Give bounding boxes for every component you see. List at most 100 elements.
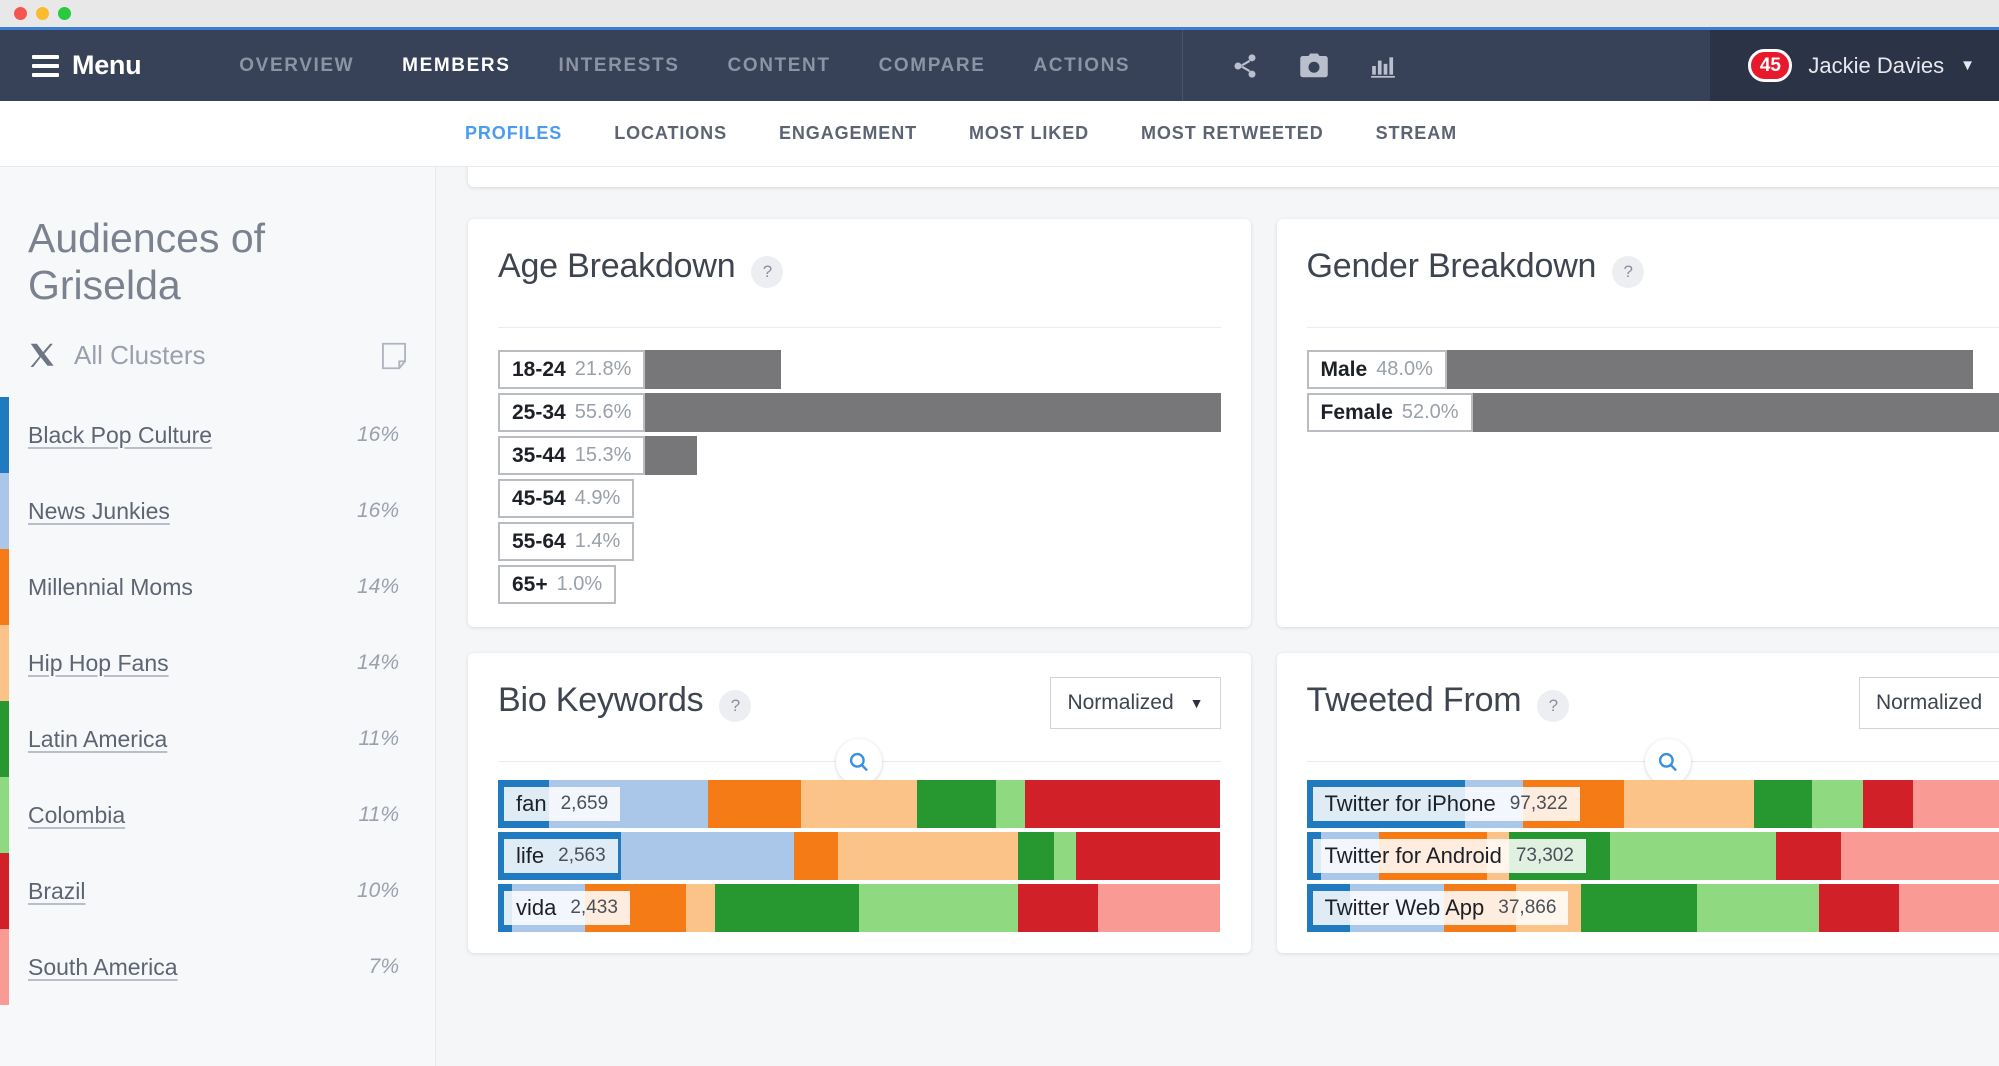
stacked-bar-name: Twitter Web App <box>1324 895 1485 920</box>
card-title: Bio Keywords <box>498 681 704 719</box>
bar-category: 65+ <box>512 572 548 596</box>
stacked-bar-segment[interactable] <box>794 832 838 880</box>
camera-icon[interactable] <box>1299 52 1329 80</box>
bar-value: 4.9% <box>574 487 621 509</box>
tab-members[interactable]: MEMBERS <box>402 55 510 77</box>
search-icon[interactable] <box>836 739 883 785</box>
help-icon[interactable]: ? <box>1537 690 1570 722</box>
sidebar-item-latin-america[interactable]: Latin America 11% <box>0 701 435 778</box>
stacked-bar-row: fan 2,659 <box>498 780 1221 828</box>
cluster-percent: 7% <box>368 955 399 979</box>
sidebar-item-colombia[interactable]: Colombia 11% <box>0 777 435 854</box>
sidebar-item-black-pop-culture[interactable]: Black Pop Culture 16% <box>0 397 435 474</box>
tweeted-stacked-chart: Twitter for iPhone 97,322 Twitter for Andr… <box>1306 780 1999 932</box>
stacked-bar-value: 73,302 <box>1515 845 1574 866</box>
bar-category: Female <box>1320 400 1393 424</box>
bar-category: 25-34 <box>512 400 566 424</box>
stacked-bar-segment[interactable] <box>801 780 918 828</box>
bar-chart-icon[interactable] <box>1369 53 1397 79</box>
card-title: Age Breakdown <box>498 247 736 285</box>
search-icon[interactable] <box>1644 739 1691 785</box>
window-close-button[interactable] <box>14 7 27 20</box>
tab-compare[interactable]: COMPARE <box>879 55 986 77</box>
hamburger-icon <box>32 54 59 77</box>
window-maximize-button[interactable] <box>58 7 71 20</box>
sidebar-item-millennial-moms[interactable]: Millennial Moms 14% <box>0 549 435 626</box>
tab-actions[interactable]: ACTIONS <box>1033 55 1130 77</box>
tab-content[interactable]: CONTENT <box>728 55 831 77</box>
cluster-list: Black Pop Culture 16% News Junkies 16% M… <box>0 397 435 1006</box>
stacked-bar-segment[interactable] <box>1075 832 1221 880</box>
bar-label: 55-64 1.4% <box>498 522 635 561</box>
subtab-stream[interactable]: STREAM <box>1376 123 1457 144</box>
tab-overview[interactable]: OVERVIEW <box>239 55 354 77</box>
menu-button[interactable]: Menu <box>32 50 142 81</box>
sidebar-item-hip-hop-fans[interactable]: Hip Hop Fans 14% <box>0 625 435 702</box>
card-tweeted-from: Tweeted From ? Normalized ▼ Twitter <box>1276 653 1999 953</box>
stacked-bar-segment[interactable] <box>1819 884 1899 932</box>
stacked-bar-segment[interactable] <box>620 832 795 880</box>
tweeted-normalization-select[interactable]: Normalized ▼ <box>1858 677 1999 729</box>
stacked-bar-row: Twitter for iPhone 97,322 <box>1306 780 1999 828</box>
stacked-bar-segment[interactable] <box>859 884 1019 932</box>
stacked-bar-label: life 2,563 <box>504 839 618 873</box>
stacked-bar-label: fan 2,659 <box>504 787 621 821</box>
bar-category: 45-54 <box>512 486 566 510</box>
sidebar-item-news-junkies[interactable]: News Junkies 16% <box>0 473 435 550</box>
stacked-bar-segment[interactable] <box>1862 780 1914 828</box>
sidebar-item-brazil[interactable]: Brazil 10% <box>0 853 435 930</box>
share-icon[interactable] <box>1231 52 1259 80</box>
cluster-color-swatch <box>0 473 9 550</box>
stacked-bar-segment[interactable] <box>1018 832 1055 880</box>
select-value: Normalized <box>1875 691 1983 714</box>
stacked-bar-segment[interactable] <box>714 884 860 932</box>
card-bio-keywords: Bio Keywords ? Normalized ▼ fan 2,659 li… <box>468 653 1251 953</box>
stacked-bar-segment[interactable] <box>1054 832 1076 880</box>
stacked-bar-segment[interactable] <box>1097 884 1221 932</box>
help-icon[interactable]: ? <box>719 690 752 722</box>
stacked-bar-segment[interactable] <box>1754 780 1813 828</box>
cluster-filter-row: All Clusters <box>0 308 435 371</box>
stacked-bar-segment[interactable] <box>1812 780 1863 828</box>
help-icon[interactable]: ? <box>1612 256 1645 288</box>
stacked-bar-segment[interactable] <box>707 780 802 828</box>
stacked-bar-segment[interactable] <box>1609 832 1777 880</box>
bar-row: 25-34 55.6% <box>498 393 1221 432</box>
note-icon[interactable] <box>381 342 407 370</box>
notification-badge[interactable]: 45 <box>1748 49 1793 82</box>
tab-interests[interactable]: INTERESTS <box>559 55 680 77</box>
cluster-name: Hip Hop Fans <box>28 649 169 676</box>
subtab-locations[interactable]: LOCATIONS <box>614 123 727 144</box>
stacked-bar-segment[interactable] <box>837 832 1019 880</box>
stacked-bar-segment[interactable] <box>1913 780 1999 828</box>
cluster-percent: 16% <box>356 423 399 447</box>
window-minimize-button[interactable] <box>36 7 49 20</box>
stacked-bar-segment[interactable] <box>1025 780 1221 828</box>
bar-label: 18-24 21.8% <box>498 350 646 389</box>
stacked-bar-segment[interactable] <box>1898 884 1999 932</box>
stacked-bar-segment[interactable] <box>1581 884 1697 932</box>
card-header: Age Breakdown ? <box>498 247 1221 313</box>
x-twitter-icon <box>28 341 58 371</box>
stacked-bar-segment[interactable] <box>685 884 715 932</box>
stacked-bar-segment[interactable] <box>1696 884 1820 932</box>
stacked-bar-segment[interactable] <box>1624 780 1755 828</box>
card-gender-breakdown: Gender Breakdown ? Male 48.0% Female 52.0% <box>1276 219 1999 627</box>
subtab-most-retweeted[interactable]: MOST RETWEETED <box>1141 123 1324 144</box>
stacked-bar-segment[interactable] <box>1841 832 1999 880</box>
cluster-name: News Junkies <box>28 497 170 524</box>
bio-normalization-select[interactable]: Normalized ▼ <box>1050 677 1221 729</box>
user-menu[interactable]: 45 Jackie Davies ▼ <box>1710 30 1999 101</box>
chevron-down-icon[interactable]: ▼ <box>1960 57 1975 74</box>
sidebar-item-south-america[interactable]: South America 7% <box>0 929 435 1006</box>
subtab-most-liked[interactable]: MOST LIKED <box>969 123 1089 144</box>
stacked-bar-segment[interactable] <box>1776 832 1842 880</box>
stacked-bar-segment[interactable] <box>1018 884 1098 932</box>
help-icon[interactable]: ? <box>751 256 784 288</box>
stacked-bar-segment[interactable] <box>917 780 997 828</box>
stacked-bar-segment[interactable] <box>996 780 1026 828</box>
cluster-color-swatch <box>0 549 9 626</box>
subtab-engagement[interactable]: ENGAGEMENT <box>779 123 917 144</box>
subtab-profiles[interactable]: PROFILES <box>465 123 562 144</box>
bar-row: 18-24 21.8% <box>498 350 1221 389</box>
